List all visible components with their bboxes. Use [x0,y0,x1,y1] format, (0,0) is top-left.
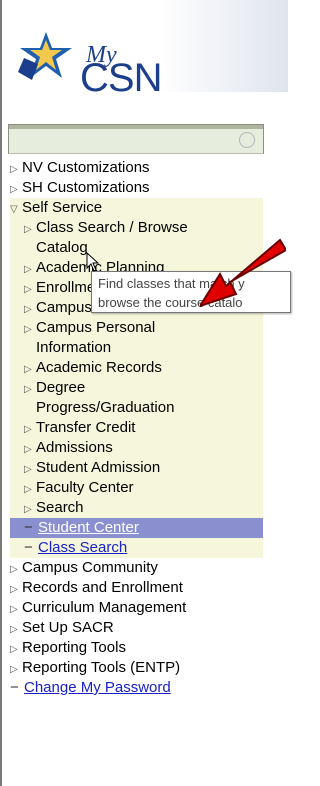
menu-item-faculty-center[interactable]: ▷ Faculty Center [10,478,263,498]
menu-item-degree-progress[interactable]: ▷ Degree Progress/Graduation [10,378,263,418]
red-annotation-arrow-icon [200,238,286,308]
expanded-triangle-icon: ▽ [10,204,18,215]
collapsed-triangle-icon: ▷ [24,444,32,455]
menu-link-student-center[interactable]: − Student Center [10,518,263,538]
collapsed-triangle-icon: ▷ [10,604,18,615]
dash-icon: − [24,539,33,556]
menu-item-campus-personal-information[interactable]: ▷ Campus Personal Information [10,318,263,358]
collapsed-triangle-icon: ▷ [24,424,32,435]
collapsed-triangle-icon: ▷ [24,384,32,395]
menu-item-reporting-tools-entp[interactable]: ▷ Reporting Tools (ENTP) [10,658,280,678]
collapsed-triangle-icon: ▷ [24,284,32,295]
collapsed-triangle-icon: ▷ [24,364,32,375]
collapsed-triangle-icon: ▷ [10,164,18,175]
header-banner: My CSN [2,0,288,100]
collapsed-triangle-icon: ▷ [24,304,32,315]
collapsed-triangle-icon: ▷ [24,464,32,475]
refresh-icon[interactable] [239,132,255,148]
dash-icon: − [10,679,19,696]
mouse-pointer-icon [86,252,100,272]
menu-item-set-up-sacr[interactable]: ▷ Set Up SACR [10,618,280,638]
star-logo-icon [18,32,72,80]
menu-link-class-search[interactable]: − Class Search [10,538,263,558]
menu-item-curriculum-management[interactable]: ▷ Curriculum Management [10,598,280,618]
menu-item-student-admission[interactable]: ▷ Student Admission [10,458,263,478]
menu-item-search[interactable]: ▷ Search [10,498,263,518]
menu-search-bar[interactable] [8,124,264,154]
collapsed-triangle-icon: ▷ [10,184,18,195]
menu-item-transfer-credit[interactable]: ▷ Transfer Credit [10,418,263,438]
menu-item-sh-customizations[interactable]: ▷ SH Customizations [10,178,280,198]
menu-grip [9,125,263,129]
collapsed-triangle-icon: ▷ [24,484,32,495]
collapsed-triangle-icon: ▷ [10,624,18,635]
dash-icon: − [24,519,33,536]
menu-item-self-service[interactable]: ▽ Self Service [10,198,263,218]
collapsed-triangle-icon: ▷ [24,224,32,235]
collapsed-triangle-icon: ▷ [10,584,18,595]
collapsed-triangle-icon: ▷ [24,504,32,515]
collapsed-triangle-icon: ▷ [24,324,32,335]
collapsed-triangle-icon: ▷ [10,564,18,575]
collapsed-triangle-icon: ▷ [24,264,32,275]
menu-link-change-password[interactable]: − Change My Password [10,678,280,698]
collapsed-triangle-icon: ▷ [10,664,18,675]
menu-item-academic-records[interactable]: ▷ Academic Records [10,358,263,378]
menu-item-admissions[interactable]: ▷ Admissions [10,438,263,458]
mycsn-logo[interactable]: My CSN [16,22,166,100]
menu-item-records-enrollment[interactable]: ▷ Records and Enrollment [10,578,280,598]
menu-item-nv-customizations[interactable]: ▷ NV Customizations [10,158,280,178]
logo-csn-text: CSN [80,56,162,100]
collapsed-triangle-icon: ▷ [10,644,18,655]
left-border [0,0,2,786]
menu-item-campus-community[interactable]: ▷ Campus Community [10,558,280,578]
menu-item-reporting-tools[interactable]: ▷ Reporting Tools [10,638,280,658]
